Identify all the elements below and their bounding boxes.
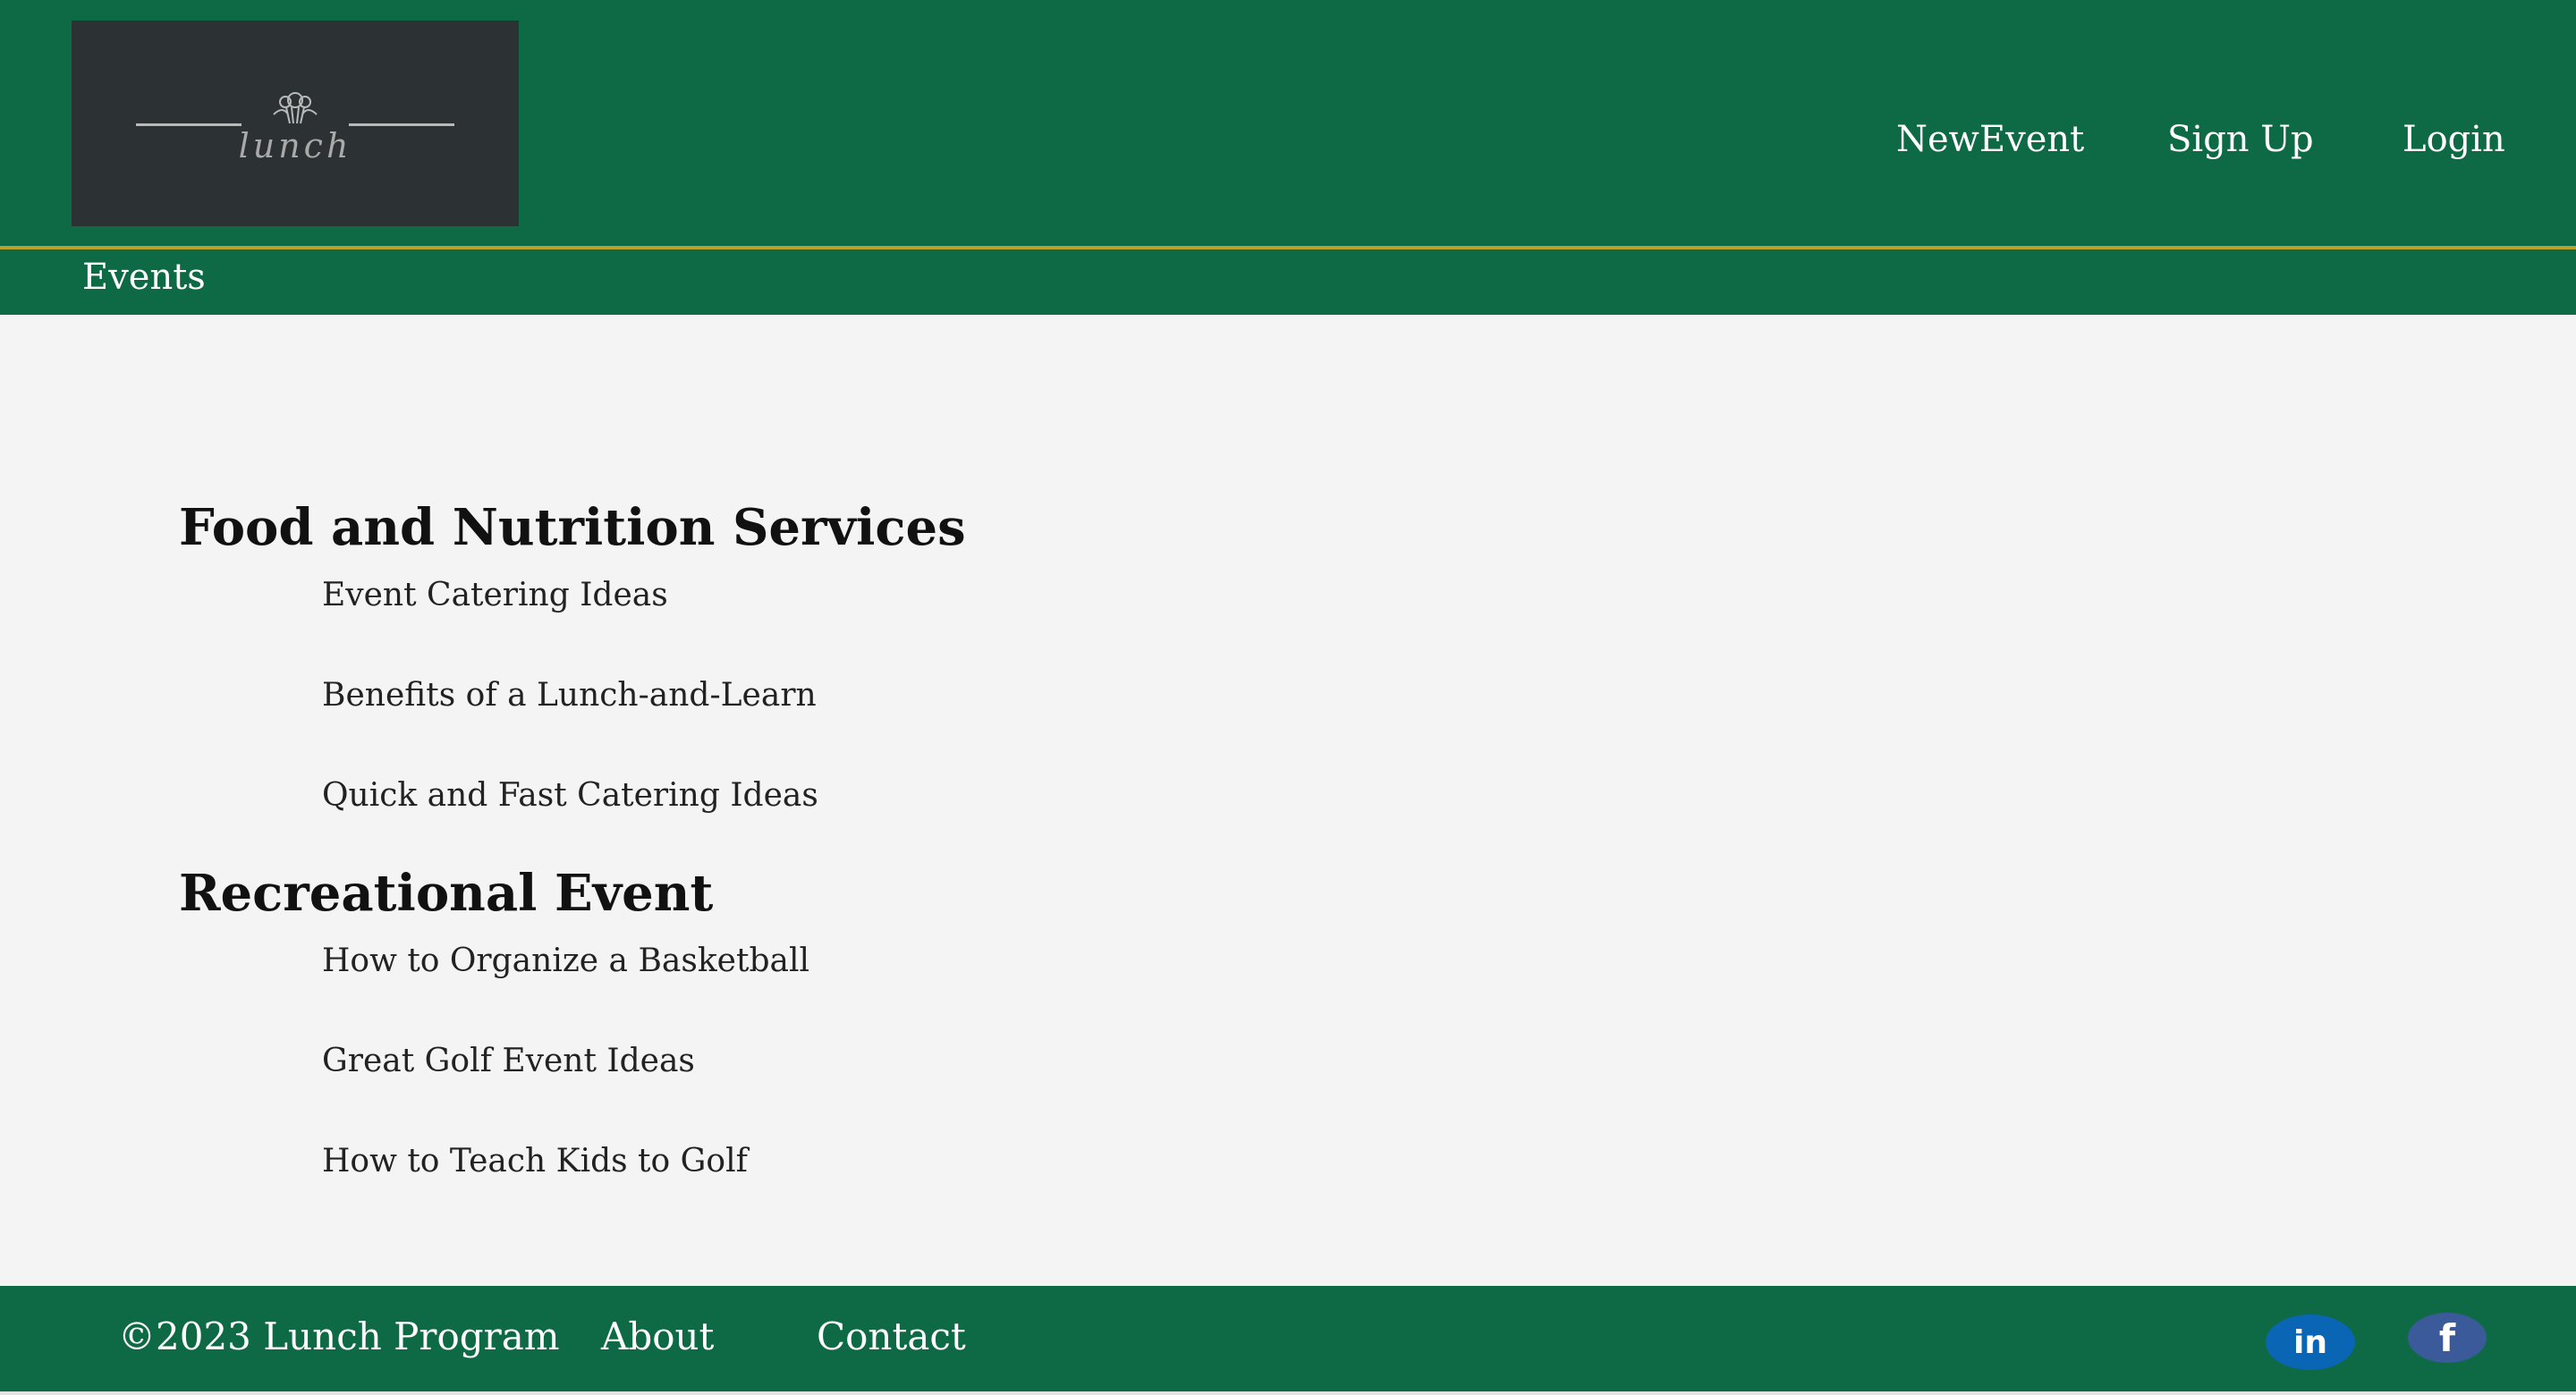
section-title-recreational: Recreational Event — [179, 864, 714, 923]
linkedin-icon[interactable]: in — [2266, 1315, 2355, 1370]
chef-hat-icon — [273, 92, 318, 124]
events-label[interactable]: Events — [82, 257, 206, 298]
events-bar: Events — [0, 249, 2576, 315]
page-bottom-edge — [0, 1391, 2576, 1395]
nav-sign-up[interactable]: Sign Up — [2167, 119, 2314, 160]
footer-link-contact[interactable]: Contact — [817, 1315, 966, 1358]
footer-link-about[interactable]: About — [601, 1315, 714, 1358]
event-link[interactable]: Quick and Fast Catering Ideas — [322, 780, 818, 812]
nav-login[interactable]: Login — [2402, 119, 2505, 160]
nav-new-event[interactable]: NewEvent — [1896, 119, 2084, 160]
copyright-text: ©2023 Lunch Program — [118, 1315, 560, 1358]
section-title-food: Food and Nutrition Services — [179, 498, 966, 557]
logo-text: lunch — [238, 126, 352, 165]
facebook-icon[interactable]: f — [2408, 1313, 2487, 1363]
event-link[interactable]: How to Teach Kids to Golf — [322, 1146, 748, 1178]
event-link[interactable]: Event Catering Ideas — [322, 579, 668, 612]
site-header: lunch NewEvent Sign Up Login — [0, 0, 2576, 246]
event-link[interactable]: Benefits of a Lunch-and-Learn — [322, 680, 817, 712]
event-link[interactable]: Great Golf Event Ideas — [322, 1045, 695, 1078]
event-link[interactable]: How to Organize a Basketball — [322, 945, 809, 977]
site-logo[interactable]: lunch — [72, 21, 519, 226]
site-footer: ©2023 Lunch Program About Contact in f — [0, 1286, 2576, 1391]
